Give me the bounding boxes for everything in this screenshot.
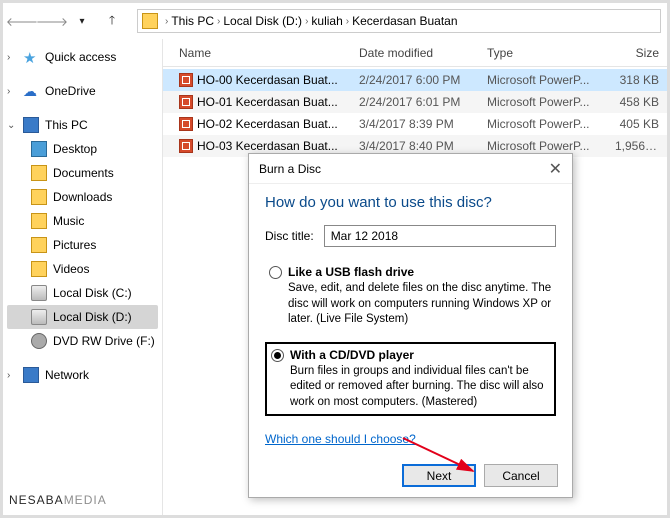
chevron-right-icon: ›	[7, 370, 17, 381]
table-row[interactable]: HO-00 Kecerdasan Buat...2/24/2017 6:00 P…	[163, 69, 667, 91]
close-icon[interactable]: ✕	[549, 159, 562, 179]
toolbar: 🡐 🡒 ▾ 🡑 › This PC › Local Disk (D:) › ku…	[3, 3, 667, 39]
help-link[interactable]: Which one should I choose?	[265, 432, 416, 446]
dialog-title: Burn a Disc	[259, 162, 321, 176]
back-button[interactable]: 🡐	[9, 8, 35, 34]
dialog-question: How do you want to use this disc?	[265, 194, 556, 211]
folder-icon	[31, 189, 47, 205]
folder-icon	[142, 13, 158, 29]
address-bar[interactable]: › This PC › Local Disk (D:) › kuliah › K…	[137, 9, 661, 33]
powerpoint-icon	[179, 95, 193, 109]
powerpoint-icon	[179, 73, 193, 87]
burn-disc-dialog: Burn a Disc ✕ How do you want to use thi…	[248, 153, 573, 498]
disc-title-input[interactable]	[324, 225, 556, 247]
nav-pane: ›★Quick access ›☁OneDrive ⌄This PC Deskt…	[3, 39, 163, 515]
nav-local-d[interactable]: Local Disk (D:)	[7, 305, 158, 329]
nav-pictures[interactable]: Pictures	[3, 233, 162, 257]
radio-icon[interactable]	[269, 266, 282, 279]
breadcrumb-seg[interactable]: kuliah	[311, 14, 342, 28]
nav-dvd[interactable]: DVD RW Drive (F:)	[3, 329, 162, 353]
recent-dropdown[interactable]: ▾	[69, 8, 95, 34]
powerpoint-icon	[179, 139, 193, 153]
nav-this-pc[interactable]: ⌄This PC	[3, 113, 162, 137]
nav-documents[interactable]: Documents	[3, 161, 162, 185]
breadcrumb-seg[interactable]: Local Disk (D:)	[223, 14, 302, 28]
nav-onedrive[interactable]: ›☁OneDrive	[3, 79, 162, 103]
folder-icon	[31, 261, 47, 277]
chevron-right-icon: ›	[346, 16, 349, 27]
breadcrumb-seg[interactable]: Kecerdasan Buatan	[352, 14, 457, 28]
col-date[interactable]: Date modified	[351, 46, 479, 60]
drive-icon	[31, 285, 47, 301]
powerpoint-icon	[179, 117, 193, 131]
cloud-icon: ☁	[23, 83, 39, 99]
radio-icon[interactable]	[271, 349, 284, 362]
folder-icon	[31, 213, 47, 229]
chevron-right-icon: ›	[165, 16, 168, 27]
chevron-right-icon: ›	[305, 16, 308, 27]
watermark: NESABAMEDIA	[3, 476, 113, 515]
next-button[interactable]: Next	[402, 464, 476, 487]
col-size[interactable]: Size	[607, 46, 667, 60]
disc-icon	[31, 333, 47, 349]
nav-downloads[interactable]: Downloads	[3, 185, 162, 209]
drive-icon	[31, 309, 47, 325]
col-type[interactable]: Type	[479, 46, 607, 60]
table-row[interactable]: HO-02 Kecerdasan Buat...3/4/2017 8:39 PM…	[163, 113, 667, 135]
option-usb[interactable]: Like a USB flash drive Save, edit, and d…	[265, 261, 556, 332]
breadcrumb-seg[interactable]: This PC	[171, 14, 214, 28]
network-icon	[23, 367, 39, 383]
nav-music[interactable]: Music	[3, 209, 162, 233]
desktop-icon	[31, 141, 47, 157]
folder-icon	[31, 165, 47, 181]
chevron-right-icon: ›	[7, 86, 17, 97]
col-name[interactable]: Name	[171, 46, 351, 60]
forward-button: 🡒	[39, 8, 65, 34]
folder-icon	[31, 237, 47, 253]
nav-desktop[interactable]: Desktop	[3, 137, 162, 161]
nav-videos[interactable]: Videos	[3, 257, 162, 281]
cancel-button[interactable]: Cancel	[484, 464, 558, 487]
option-cddvd[interactable]: With a CD/DVD player Burn files in group…	[265, 342, 556, 417]
column-headers[interactable]: Name Date modified Type Size	[163, 39, 667, 67]
pc-icon	[23, 117, 39, 133]
chevron-down-icon: ⌄	[7, 120, 17, 131]
nav-quick-access[interactable]: ›★Quick access	[3, 45, 162, 69]
table-row[interactable]: HO-01 Kecerdasan Buat...2/24/2017 6:01 P…	[163, 91, 667, 113]
up-button[interactable]: 🡑	[99, 8, 125, 34]
disc-title-label: Disc title:	[265, 229, 314, 243]
nav-local-c[interactable]: Local Disk (C:)	[3, 281, 162, 305]
chevron-right-icon: ›	[7, 52, 17, 63]
star-icon: ★	[23, 49, 39, 65]
nav-network[interactable]: ›Network	[3, 363, 162, 387]
chevron-right-icon: ›	[217, 16, 220, 27]
